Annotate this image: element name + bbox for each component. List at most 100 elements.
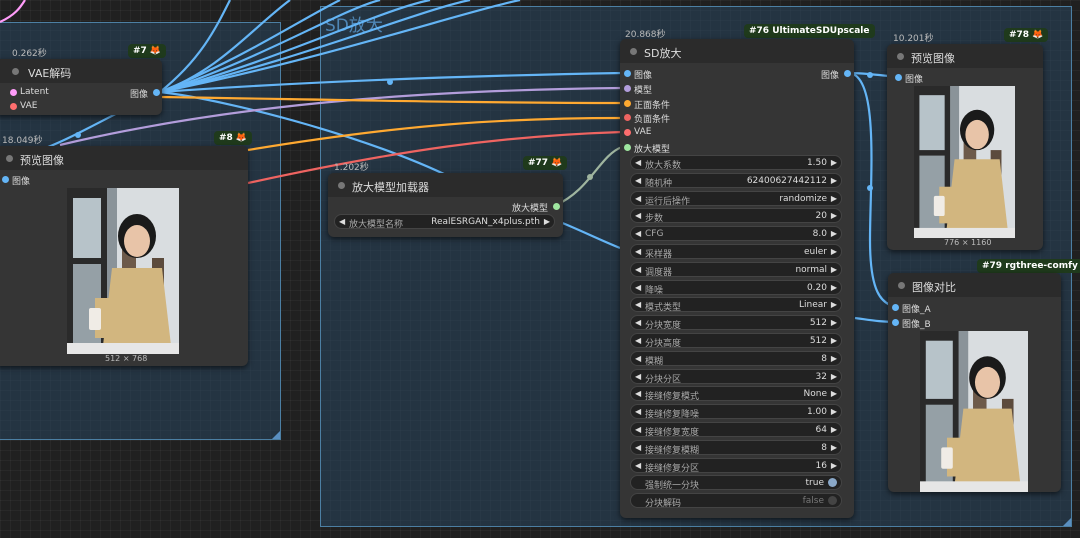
arrow-right-icon[interactable]: ▶ bbox=[831, 211, 837, 220]
arrow-left-icon[interactable]: ◀ bbox=[635, 247, 641, 256]
widget-12[interactable]: ◀ 分块分区 32 ▶ bbox=[630, 368, 842, 385]
widget-11[interactable]: ◀ 模糊 8 ▶ bbox=[630, 350, 842, 367]
arrow-left-icon[interactable]: ◀ bbox=[635, 265, 641, 274]
arrow-left-icon[interactable]: ◀ bbox=[635, 158, 641, 167]
collapse-dot-icon[interactable] bbox=[12, 68, 19, 75]
arrow-left-icon[interactable]: ◀ bbox=[635, 229, 641, 238]
collapse-dot-icon[interactable] bbox=[897, 53, 904, 60]
compare-image[interactable] bbox=[920, 331, 1028, 492]
input-socket[interactable] bbox=[624, 99, 631, 107]
arrow-left-icon[interactable]: ◀ bbox=[635, 461, 641, 470]
widget-4[interactable]: ◀ CFG 8.0 ▶ bbox=[630, 226, 842, 242]
arrow-right-icon[interactable]: ▶ bbox=[831, 247, 837, 256]
widget-2[interactable]: ◀ 运行后操作 randomize ▶ bbox=[630, 190, 842, 207]
widget-8[interactable]: ◀ 模式类型 Linear ▶ bbox=[630, 297, 842, 313]
widget-16[interactable]: ◀ 接缝修复模糊 8 ▶ bbox=[630, 439, 842, 456]
node-upscale-model-loader[interactable]: 放大模型加载器 放大模型 ◀ 放大模型名称 RealESRGAN_x4plus.… bbox=[328, 173, 563, 237]
widget-13[interactable]: ◀ 接缝修复模式 None ▶ bbox=[630, 386, 842, 402]
collapse-dot-icon[interactable] bbox=[338, 182, 345, 189]
image-a-input-socket[interactable] bbox=[892, 304, 899, 311]
widget-17[interactable]: ◀ 接缝修复分区 16 ▶ bbox=[630, 457, 842, 474]
node-header[interactable]: 预览图像 bbox=[887, 44, 1043, 68]
arrow-left-icon[interactable]: ◀ bbox=[635, 425, 641, 434]
input-socket[interactable] bbox=[624, 114, 631, 122]
arrow-right-icon[interactable]: ▶ bbox=[831, 318, 837, 327]
widget-0[interactable]: ◀ 放大系数 1.50 ▶ bbox=[630, 155, 842, 171]
arrow-right-icon[interactable]: ▶ bbox=[831, 443, 837, 452]
input-socket[interactable] bbox=[624, 144, 631, 151]
node-header[interactable]: 预览图像 bbox=[0, 146, 248, 170]
arrow-right-icon[interactable]: ▶ bbox=[831, 407, 837, 416]
arrow-left-icon[interactable]: ◀ bbox=[635, 211, 641, 220]
arrow-left-icon[interactable]: ◀ bbox=[635, 194, 641, 203]
output-label: 放大模型 bbox=[512, 204, 549, 214]
widget-14[interactable]: ◀ 接缝修复降噪 1.00 ▶ bbox=[630, 404, 842, 420]
arrow-left-icon[interactable]: ◀ bbox=[635, 336, 641, 345]
collapse-dot-icon[interactable] bbox=[630, 48, 637, 55]
toggle-0[interactable]: 强制统一分块 true bbox=[630, 475, 842, 491]
widget-10[interactable]: ◀ 分块高度 512 ▶ bbox=[630, 333, 842, 349]
widget-6[interactable]: ◀ 调度器 normal ▶ bbox=[630, 261, 842, 278]
arrow-left-icon[interactable]: ◀ bbox=[635, 443, 641, 452]
node-header[interactable]: 放大模型加载器 bbox=[328, 173, 563, 197]
arrow-left-icon[interactable]: ◀ bbox=[635, 300, 641, 309]
arrow-right-icon[interactable]: ▶ bbox=[831, 389, 837, 398]
arrow-right-icon[interactable]: ▶ bbox=[831, 158, 837, 167]
widget-5[interactable]: ◀ 采样器 euler ▶ bbox=[630, 244, 842, 260]
model-name-combo[interactable]: ◀ 放大模型名称 RealESRGAN_x4plus.pth ▶ bbox=[334, 214, 555, 230]
arrow-left-icon[interactable]: ◀ bbox=[635, 283, 641, 292]
arrow-right-icon[interactable]: ▶ bbox=[831, 194, 837, 203]
widget-15[interactable]: ◀ 接缝修复宽度 64 ▶ bbox=[630, 422, 842, 438]
node-preview-image-2[interactable]: 预览图像 图像 776 × 1160 bbox=[887, 44, 1043, 250]
widget-1[interactable]: ◀ 随机种 62400627442112 ▶ bbox=[630, 172, 842, 189]
image-output-socket[interactable] bbox=[844, 70, 851, 77]
arrow-left-icon[interactable]: ◀ bbox=[635, 407, 641, 416]
arrow-right-icon[interactable]: ▶ bbox=[831, 229, 837, 238]
arrow-left-icon[interactable]: ◀ bbox=[635, 318, 641, 327]
arrow-right-icon[interactable]: ▶ bbox=[544, 217, 550, 226]
arrow-right-icon[interactable]: ▶ bbox=[831, 300, 837, 309]
image-output-socket[interactable] bbox=[153, 89, 160, 96]
preview-image[interactable] bbox=[914, 86, 1015, 238]
node-vae-decode[interactable]: VAE解码 Latent VAE 图像 bbox=[0, 59, 162, 115]
input-socket[interactable] bbox=[624, 70, 631, 77]
arrow-left-icon[interactable]: ◀ bbox=[635, 372, 641, 381]
node-header[interactable]: 图像对比 bbox=[888, 273, 1061, 297]
arrow-left-icon[interactable]: ◀ bbox=[339, 217, 345, 226]
toggle-1[interactable]: 分块解码 false bbox=[630, 493, 842, 509]
preview-image[interactable] bbox=[67, 188, 179, 354]
latent-input-socket[interactable] bbox=[10, 89, 17, 96]
arrow-right-icon[interactable]: ▶ bbox=[831, 336, 837, 345]
image-input-socket[interactable] bbox=[2, 176, 9, 183]
arrow-right-icon[interactable]: ▶ bbox=[831, 425, 837, 434]
toggle-icon[interactable] bbox=[828, 478, 837, 488]
arrow-right-icon[interactable]: ▶ bbox=[831, 176, 837, 185]
input-socket[interactable] bbox=[624, 129, 631, 137]
collapse-dot-icon[interactable] bbox=[898, 282, 905, 289]
widget-7[interactable]: ◀ 降噪 0.20 ▶ bbox=[630, 279, 842, 296]
node-header[interactable]: VAE解码 bbox=[0, 59, 162, 83]
vae-input-socket[interactable] bbox=[10, 103, 17, 110]
arrow-right-icon[interactable]: ▶ bbox=[831, 461, 837, 470]
input-socket[interactable] bbox=[624, 84, 631, 92]
node-image-compare[interactable]: 图像对比 图像_A 图像_B bbox=[888, 273, 1061, 492]
arrow-right-icon[interactable]: ▶ bbox=[831, 265, 837, 274]
arrow-left-icon[interactable]: ◀ bbox=[635, 176, 641, 185]
image-input-socket[interactable] bbox=[895, 74, 902, 81]
input-label: Latent bbox=[20, 87, 49, 97]
widget-9[interactable]: ◀ 分块宽度 512 ▶ bbox=[630, 315, 842, 331]
upscale-model-output-socket[interactable] bbox=[553, 203, 560, 210]
arrow-left-icon[interactable]: ◀ bbox=[635, 389, 641, 398]
node-preview-image[interactable]: 预览图像 图像 512 × 768 bbox=[0, 146, 248, 366]
arrow-right-icon[interactable]: ▶ bbox=[831, 354, 837, 363]
node-header[interactable]: SD放大 bbox=[620, 39, 854, 63]
node-ultimate-sd-upscale[interactable]: SD放大 图像 图像 模型 正面条件 负面条件 VAE 放大模型 ◀ 放大系数 1.50 ▶ ◀ 随… bbox=[620, 39, 854, 518]
arrow-right-icon[interactable]: ▶ bbox=[831, 372, 837, 381]
toggle-icon[interactable] bbox=[828, 496, 837, 506]
arrow-right-icon[interactable]: ▶ bbox=[831, 283, 837, 292]
image-b-input-socket[interactable] bbox=[892, 319, 899, 326]
badge-id: #78 bbox=[1009, 30, 1030, 40]
collapse-dot-icon[interactable] bbox=[6, 155, 13, 162]
widget-3[interactable]: ◀ 步数 20 ▶ bbox=[630, 208, 842, 224]
arrow-left-icon[interactable]: ◀ bbox=[635, 354, 641, 363]
